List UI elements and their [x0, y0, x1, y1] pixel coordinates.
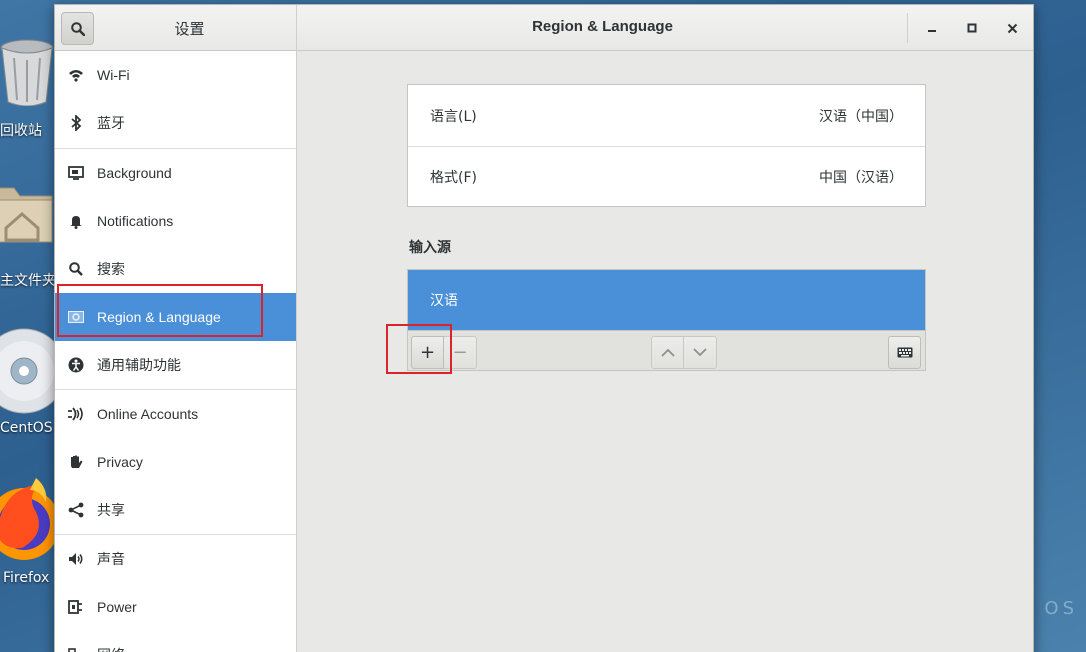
window-title: Region & Language [532, 18, 673, 35]
online-accounts-icon [55, 407, 97, 421]
sidebar-item-label: 通用辅助功能 [97, 357, 181, 373]
sidebar-item-network[interactable]: 网络 [55, 631, 296, 652]
sidebar-item-label: 声音 [97, 551, 125, 567]
keyboard-layout-button[interactable] [888, 336, 921, 369]
chevron-down-icon [693, 348, 707, 357]
input-source-label: 汉语 [430, 293, 458, 309]
sidebar-item-sharing[interactable]: 共享 [55, 486, 296, 534]
power-plug-icon [55, 599, 97, 615]
sidebar-item-power[interactable]: Power [55, 583, 296, 631]
move-up-button[interactable] [651, 336, 684, 369]
sidebar-item-search[interactable]: 搜索 [55, 245, 296, 293]
home-folder-icon [0, 187, 53, 243]
disc-icon [0, 328, 67, 414]
sidebar-item-label: 蓝牙 [97, 115, 125, 131]
format-value: 中国（汉语） [819, 170, 903, 186]
input-sources-heading: 输入源 [409, 240, 451, 256]
sidebar-item-wifi[interactable]: Wi-Fi [55, 51, 296, 99]
sidebar-item-label: Power [97, 599, 137, 615]
sidebar-title: 设置 [174, 20, 205, 38]
sidebar-item-background[interactable]: Background [55, 149, 296, 197]
language-row[interactable]: 语言(L) 汉语（中国） [408, 85, 925, 146]
search-icon [70, 21, 85, 36]
close-button[interactable] [1001, 17, 1023, 39]
sidebar-item-label: Wi-Fi [97, 67, 130, 83]
sidebar-item-label: Background [97, 165, 172, 181]
sidebar: Wi-Fi 蓝牙 Background Notifications 搜索 Reg… [55, 51, 297, 652]
input-sources-toolbar: + − [408, 330, 925, 370]
sidebar-item-bluetooth[interactable]: 蓝牙 [55, 99, 296, 147]
plus-icon: + [419, 342, 436, 363]
sidebar-header: 设置 [55, 5, 297, 51]
desktop-watermark: OS [1044, 598, 1078, 619]
sidebar-item-label: 搜索 [97, 261, 125, 277]
remove-input-source-button[interactable]: − [444, 336, 477, 369]
settings-window: 设置 Region & Language Wi-Fi 蓝牙 Background… [54, 4, 1034, 652]
home-folder-label: 主文件夹 [0, 273, 56, 289]
sidebar-item-label: 共享 [97, 502, 125, 518]
language-format-list: 语言(L) 汉语（中国） 格式(F) 中国（汉语） [407, 84, 926, 207]
sidebar-item-label: Region & Language [97, 309, 221, 325]
disc-label: CentOS 7 x86 [0, 420, 97, 436]
titlebar: 设置 Region & Language [55, 5, 1033, 51]
accessibility-icon [55, 357, 97, 373]
add-input-source-button[interactable]: + [411, 336, 444, 369]
region-language-panel: 语言(L) 汉语（中国） 格式(F) 中国（汉语） 输入源 汉语 + − [298, 51, 1033, 652]
sidebar-item-label: Privacy [97, 454, 143, 470]
maximize-icon [967, 23, 977, 33]
home-folder-desktop-icon[interactable]: 主文件夹 [0, 182, 56, 289]
titlebar-separator [907, 13, 908, 43]
search-button[interactable] [61, 12, 94, 45]
move-down-button[interactable] [684, 336, 717, 369]
share-icon [55, 502, 97, 518]
background-icon [55, 166, 97, 180]
hand-icon [55, 454, 97, 470]
minus-icon: − [452, 342, 468, 363]
bell-icon [55, 214, 97, 229]
speaker-icon [55, 552, 97, 566]
search-icon [55, 262, 97, 276]
sidebar-item-region-language[interactable]: Region & Language [55, 293, 296, 341]
maximize-button[interactable] [961, 17, 983, 39]
sidebar-item-online-accounts[interactable]: Online Accounts [55, 390, 296, 438]
trash-label: 回收站 [0, 123, 42, 139]
wifi-icon [55, 68, 97, 82]
region-flag-icon [55, 311, 97, 323]
sidebar-item-label: 网络 [97, 645, 125, 652]
firefox-desktop-icon[interactable]: Firefox [0, 474, 60, 586]
sidebar-item-notifications[interactable]: Notifications [55, 197, 296, 245]
minimize-button[interactable] [921, 17, 943, 39]
disc-desktop-icon[interactable]: CentOS 7 x86 [0, 328, 97, 436]
language-label: 语言(L) [430, 108, 477, 125]
input-sources-list: 汉语 + − [407, 269, 926, 371]
sidebar-item-label: Online Accounts [97, 406, 199, 422]
sidebar-item-sound[interactable]: 声音 [55, 535, 296, 583]
sidebar-item-privacy[interactable]: Privacy [55, 438, 296, 486]
keyboard-icon [897, 347, 912, 358]
network-icon [55, 648, 97, 652]
chevron-up-icon [660, 348, 675, 357]
sidebar-item-accessibility[interactable]: 通用辅助功能 [55, 341, 296, 389]
input-source-item[interactable]: 汉语 [408, 270, 925, 330]
language-value: 汉语（中国） [819, 108, 903, 125]
sidebar-item-label: Notifications [97, 213, 174, 229]
minimize-icon [928, 30, 936, 32]
format-row[interactable]: 格式(F) 中国（汉语） [408, 146, 925, 207]
trash-desktop-icon[interactable]: 回收站 [0, 36, 54, 139]
close-icon [1007, 23, 1017, 33]
bluetooth-icon [55, 115, 97, 131]
trash-icon [0, 39, 54, 107]
format-label: 格式(F) [430, 170, 477, 186]
firefox-icon [0, 478, 60, 560]
